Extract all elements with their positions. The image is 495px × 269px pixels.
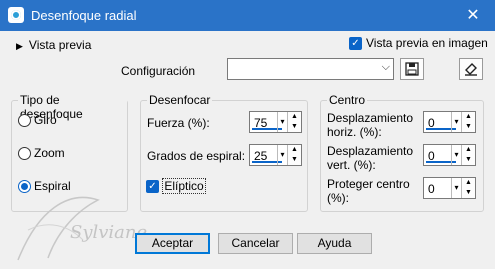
dropdown-triangle-icon: ▾: [451, 145, 461, 165]
spinner-arrows[interactable]: ▲ ▼: [461, 178, 475, 198]
protect-value: 0: [428, 182, 435, 196]
eraser-icon: [465, 63, 477, 76]
vert-label-line2: vert. (%):: [327, 158, 376, 172]
vert-label-line1: Desplazamiento: [327, 144, 414, 158]
chevron-down-icon: ⌵: [381, 61, 390, 73]
protect-label-line1: Proteger centro: [327, 177, 410, 191]
dropdown-triangle-icon: ▾: [277, 112, 287, 132]
dropdown-triangle-icon: ▾: [451, 112, 461, 132]
spinner-arrows[interactable]: ▲ ▼: [287, 145, 301, 165]
accept-button[interactable]: Aceptar: [135, 233, 210, 254]
config-dropdown[interactable]: ⌵: [227, 58, 394, 80]
protect-label-line2: (%):: [327, 191, 349, 205]
blur-legend: Desenfocar: [147, 93, 213, 107]
radio-circle-icon: [18, 147, 31, 161]
expand-triangle-icon: ▶: [16, 41, 23, 51]
center-group: Centro Desplazamiento horiz. (%): 0 ▾ ▲ ▼…: [320, 93, 484, 212]
dropdown-triangle-icon: ▾: [277, 145, 287, 165]
spiral-label: Grados de espiral:: [147, 149, 246, 163]
horiz-label-line1: Desplazamiento: [327, 111, 414, 125]
app-icon: [8, 7, 24, 23]
title-bar: Desenfoque radial ✕: [0, 0, 495, 31]
spinner-arrows[interactable]: ▲ ▼: [461, 145, 475, 165]
preview-on-image-label: Vista previa en imagen: [366, 36, 488, 50]
spiral-spinner[interactable]: 25 ▾ ▲ ▼: [249, 144, 302, 166]
radio-giro[interactable]: Giro: [18, 113, 57, 128]
floppy-disk-icon: [405, 62, 419, 76]
strength-label: Fuerza (%):: [147, 116, 210, 130]
horiz-label-line2: horiz. (%):: [327, 125, 382, 139]
preview-toggle[interactable]: ▶ Vista previa: [16, 38, 91, 52]
window-title: Desenfoque radial: [31, 8, 137, 23]
preview-toggle-label: Vista previa: [28, 38, 92, 52]
horiz-spinner[interactable]: 0 ▾ ▲ ▼: [423, 111, 476, 133]
checkmark-icon: ✓: [349, 37, 362, 51]
radio-zoom-label: Zoom: [34, 146, 65, 160]
center-legend: Centro: [327, 93, 368, 107]
spinner-arrows[interactable]: ▲ ▼: [287, 112, 301, 132]
config-label: Configuración: [121, 64, 196, 78]
strength-spinner[interactable]: 75 ▾ ▲ ▼: [249, 111, 302, 133]
radio-circle-icon: [18, 114, 31, 128]
radio-giro-label: Giro: [34, 113, 57, 127]
close-icon: ✕: [466, 7, 480, 24]
spinner-arrows[interactable]: ▲ ▼: [461, 112, 475, 132]
vert-spinner[interactable]: 0 ▾ ▲ ▼: [423, 144, 476, 166]
radio-zoom[interactable]: Zoom: [18, 146, 65, 161]
close-button[interactable]: ✕: [459, 4, 487, 27]
reset-defaults-button[interactable]: [459, 58, 483, 80]
cancel-button[interactable]: Cancelar: [218, 233, 293, 254]
dropdown-triangle-icon: ▾: [451, 178, 461, 198]
save-preset-button[interactable]: [400, 58, 424, 80]
elliptic-label: Elíptico: [162, 178, 206, 194]
blur-group: Desenfocar Fuerza (%): 75 ▾ ▲ ▼ Grados de…: [140, 93, 308, 212]
protect-spinner[interactable]: 0 ▾ ▲ ▼: [423, 177, 476, 199]
help-button[interactable]: Ayuda: [297, 233, 372, 254]
preview-on-image-checkbox[interactable]: ✓ Vista previa en imagen: [349, 36, 488, 51]
